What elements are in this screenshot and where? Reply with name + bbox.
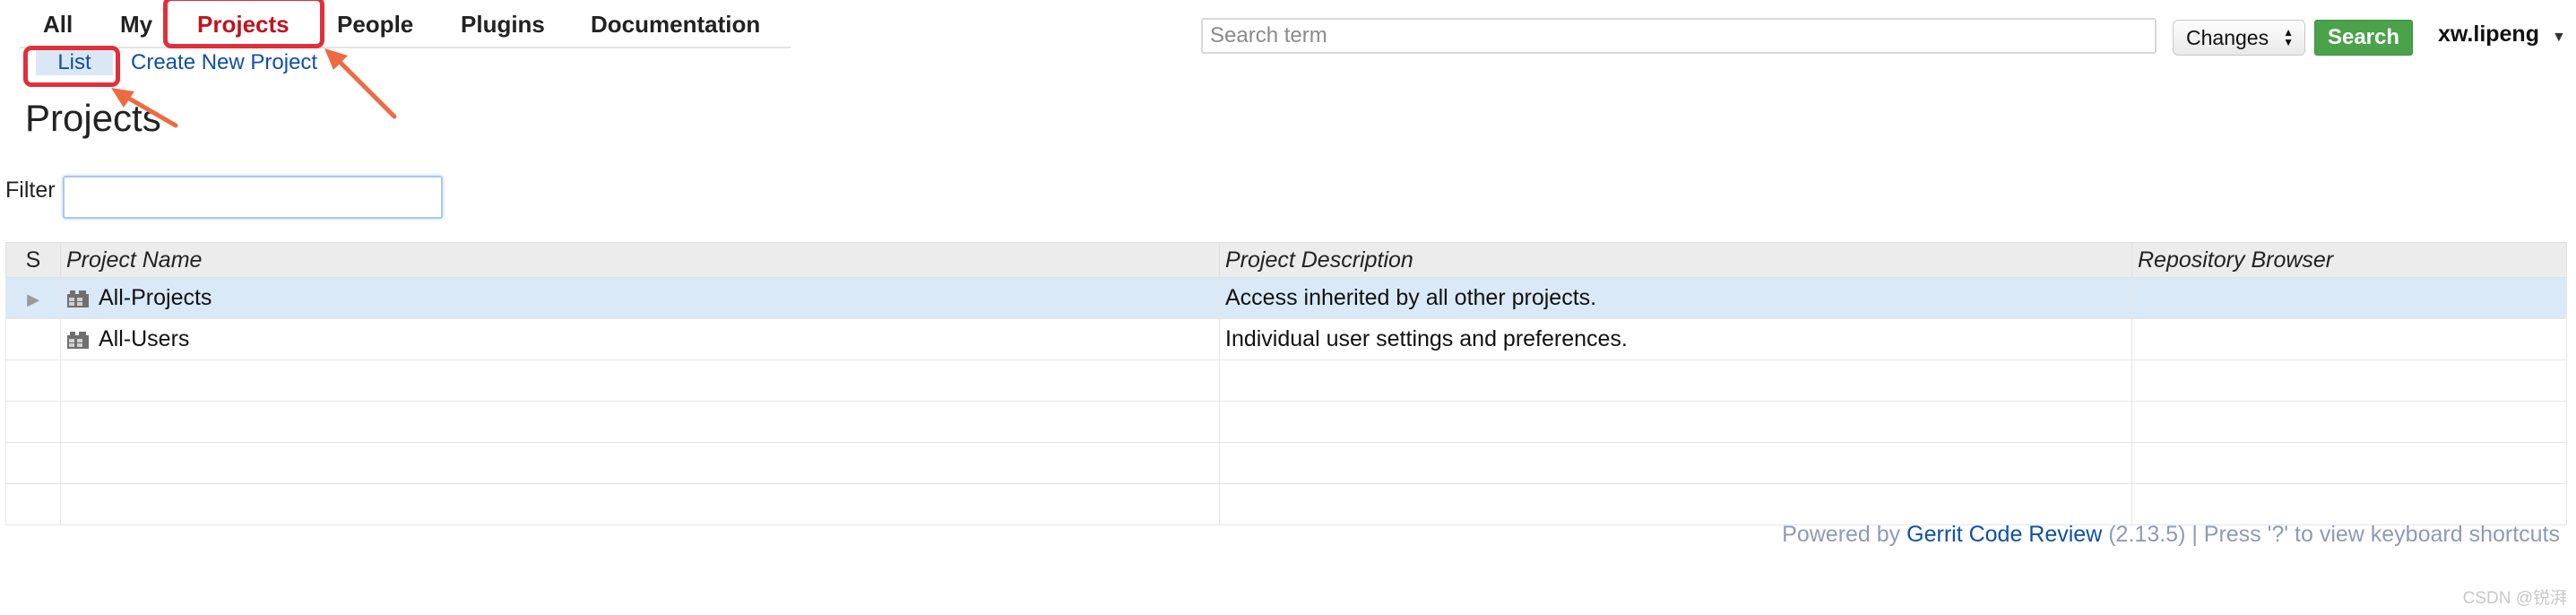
project-icon [67,290,89,308]
footer: Powered by Gerrit Code Review (2.13.5) |… [1782,522,2560,548]
projects-table: S Project Name Project Description Repos… [5,242,2567,525]
column-header-project-description: Project Description [1219,242,2132,278]
table-header-row: S Project Name Project Description Repos… [5,242,2567,278]
triangle-right-icon: ▶ [27,290,39,308]
filter-label: Filter [5,178,56,203]
table-row-empty [5,401,2567,443]
project-name-link[interactable]: All-Users [99,326,189,352]
column-header-repository-browser: Repository Browser [2131,242,2567,278]
project-icon [67,331,89,349]
project-name-link[interactable]: All-Projects [99,285,212,311]
project-description-cell: Access inherited by all other projects. [1219,277,2132,319]
gerrit-code-review-link[interactable]: Gerrit Code Review [1906,522,2102,547]
footer-powered-by: Powered by [1782,522,1901,547]
row-pointer: ▶ [5,277,61,319]
table-row[interactable]: ▶ All-Projects Access inherited by all o… [5,277,2567,319]
project-description-cell: Individual user settings and preferences… [1219,318,2132,360]
project-name-cell[interactable]: All-Users [60,318,1220,360]
table-row-empty [5,442,2567,484]
table-row[interactable]: All-Users Individual user settings and p… [5,318,2567,360]
table-row-empty [5,483,2567,525]
footer-version-text: (2.13.5) | Press '?' to view keyboard sh… [2108,522,2560,547]
column-header-s: S [5,242,61,278]
filter-input[interactable] [63,176,443,219]
repository-browser-cell [2131,318,2567,360]
watermark: CSDN @锐湃 [2462,589,2567,608]
table-row-empty [5,359,2567,402]
repository-browser-cell [2131,277,2567,319]
arrow-to-projects-icon [331,53,397,119]
project-name-cell[interactable]: All-Projects [60,277,1220,319]
column-header-project-name: Project Name [60,242,1220,278]
row-pointer [5,318,61,360]
